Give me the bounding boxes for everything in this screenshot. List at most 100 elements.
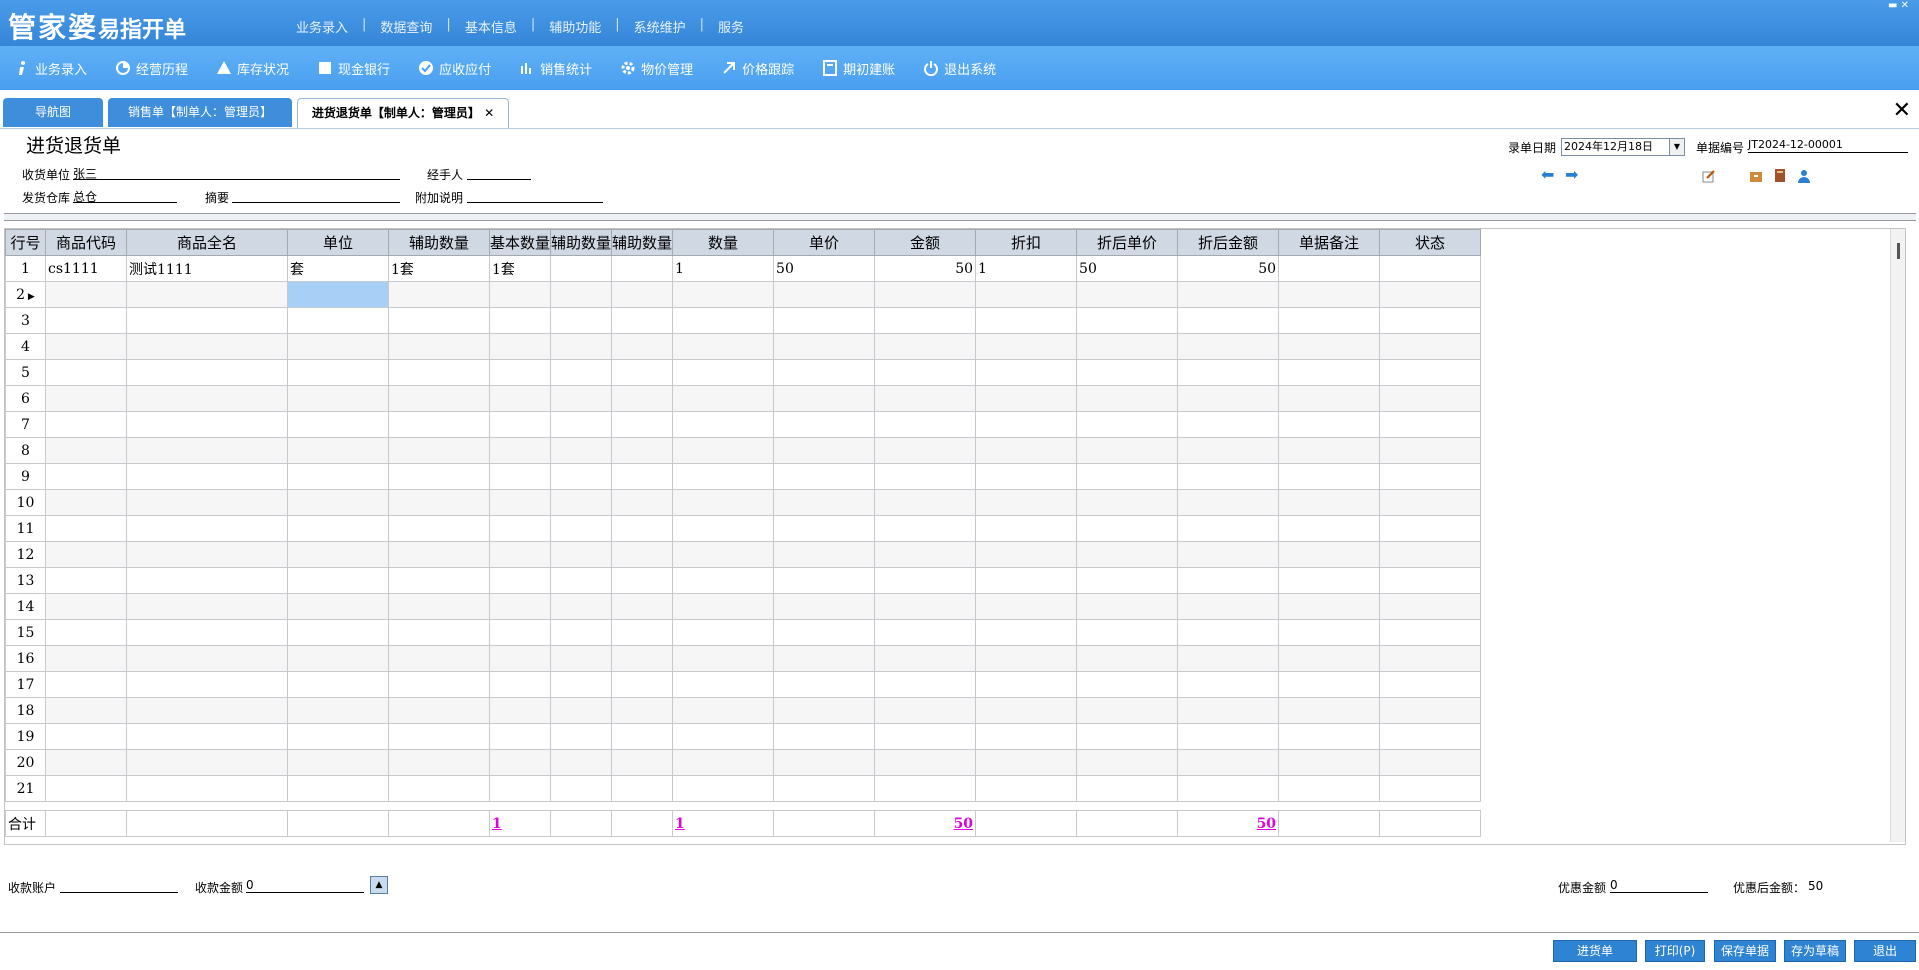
table-cell[interactable] [1278, 619, 1381, 646]
table-cell[interactable] [975, 567, 1078, 594]
table-cell[interactable] [488, 281, 552, 308]
table-cell[interactable] [672, 697, 775, 724]
table-cell[interactable]: 1套 [488, 255, 552, 282]
menu-item-basic[interactable]: 基本信息 [451, 17, 531, 36]
table-cell[interactable] [672, 359, 775, 386]
table-cell[interactable] [287, 385, 389, 412]
table-cell[interactable] [1076, 463, 1179, 490]
table-cell[interactable] [611, 723, 674, 750]
table-cell[interactable] [1379, 255, 1482, 282]
table-cell[interactable] [611, 463, 674, 490]
table-cell[interactable] [874, 723, 977, 750]
table-cell[interactable] [611, 645, 674, 672]
table-cell[interactable] [1379, 359, 1482, 386]
table-cell[interactable] [1076, 307, 1179, 334]
column-header[interactable]: 数量 [672, 229, 775, 256]
table-cell[interactable] [45, 723, 127, 750]
table-cell[interactable] [975, 593, 1078, 620]
table-cell[interactable] [975, 645, 1078, 672]
table-cell[interactable] [611, 749, 674, 776]
table-cell[interactable] [773, 359, 876, 386]
table-cell[interactable] [1379, 697, 1482, 724]
table-cell[interactable] [287, 567, 389, 594]
table-cell[interactable] [773, 437, 876, 464]
next-arrow-icon[interactable]: ➡ [1565, 165, 1578, 184]
table-cell[interactable] [672, 515, 775, 542]
table-row[interactable]: 21 [5, 775, 1482, 802]
table-cell[interactable]: 1 [672, 255, 775, 282]
table-cell[interactable] [773, 541, 876, 568]
account-field[interactable] [60, 878, 178, 893]
table-cell[interactable] [488, 463, 552, 490]
table-cell[interactable] [287, 723, 389, 750]
table-cell[interactable] [1177, 749, 1280, 776]
table-cell[interactable] [1278, 671, 1381, 698]
table-cell[interactable] [1076, 359, 1179, 386]
table-cell[interactable] [287, 411, 389, 438]
table-cell[interactable] [611, 385, 674, 412]
table-cell[interactable] [488, 411, 552, 438]
table-cell[interactable] [773, 567, 876, 594]
save-button[interactable]: 保存单据 [1714, 940, 1776, 962]
docno-field[interactable]: JT2024-12-00001 [1748, 138, 1908, 153]
scroll-thumb[interactable] [1897, 243, 1900, 259]
table-row[interactable]: 11 [5, 515, 1482, 542]
table-cell[interactable] [874, 307, 977, 334]
table-cell[interactable] [126, 307, 288, 334]
chevron-up-icon[interactable]: ▲ [370, 876, 388, 894]
table-cell[interactable] [388, 515, 490, 542]
warehouse-field[interactable]: 总仓 [73, 188, 177, 204]
table-cell[interactable] [1278, 775, 1381, 802]
menu-item-service[interactable]: 服务 [704, 17, 758, 36]
column-header[interactable]: 辅助数量 [611, 229, 674, 256]
table-cell[interactable] [550, 281, 613, 308]
table-cell[interactable]: 1套 [388, 255, 490, 282]
table-cell[interactable] [1076, 593, 1179, 620]
table-cell[interactable] [672, 723, 775, 750]
table-cell[interactable] [388, 593, 490, 620]
toolbar-business-button[interactable]: 业务录入 [0, 46, 101, 90]
table-cell[interactable] [45, 671, 127, 698]
note-field[interactable] [467, 188, 603, 203]
table-cell[interactable] [388, 541, 490, 568]
table-cell[interactable]: 测试1111 [126, 255, 288, 282]
table-cell[interactable]: 1 [975, 255, 1078, 282]
table-cell[interactable] [287, 307, 389, 334]
table-cell[interactable] [611, 281, 674, 308]
table-cell[interactable] [874, 359, 977, 386]
table-cell[interactable] [488, 437, 552, 464]
column-header[interactable]: 金额 [874, 229, 977, 256]
table-cell[interactable] [287, 775, 389, 802]
table-row[interactable]: 7 [5, 411, 1482, 438]
table-cell[interactable] [1076, 723, 1179, 750]
table-cell[interactable] [1076, 749, 1179, 776]
table-cell[interactable] [1278, 385, 1381, 412]
table-cell[interactable] [1076, 281, 1179, 308]
table-cell[interactable] [550, 463, 613, 490]
table-cell[interactable] [388, 359, 490, 386]
table-cell[interactable] [773, 749, 876, 776]
table-cell[interactable] [488, 723, 552, 750]
table-cell[interactable] [874, 749, 977, 776]
table-cell[interactable] [45, 281, 127, 308]
table-cell[interactable] [550, 541, 613, 568]
summary-field[interactable] [232, 188, 400, 203]
table-cell[interactable] [1379, 411, 1482, 438]
table-cell[interactable] [45, 385, 127, 412]
table-cell[interactable] [1076, 489, 1179, 516]
table-cell[interactable] [1278, 255, 1381, 282]
table-cell[interactable] [874, 541, 977, 568]
table-cell[interactable] [611, 671, 674, 698]
table-cell[interactable] [1177, 489, 1280, 516]
table-row[interactable]: 9 [5, 463, 1482, 490]
user-icon[interactable] [1797, 169, 1811, 183]
table-cell[interactable] [611, 359, 674, 386]
table-cell[interactable] [611, 775, 674, 802]
tab-navigation[interactable]: 导航图 [3, 98, 103, 127]
table-row[interactable]: 8 [5, 437, 1482, 464]
table-cell[interactable] [1177, 307, 1280, 334]
table-cell[interactable] [1379, 307, 1482, 334]
table-cell[interactable] [874, 645, 977, 672]
table-cell[interactable] [550, 567, 613, 594]
table-cell[interactable] [287, 333, 389, 360]
